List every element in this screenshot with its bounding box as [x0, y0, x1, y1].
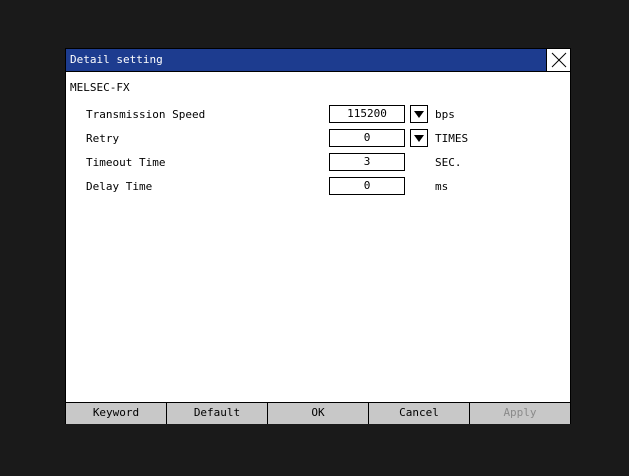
- delay-time-label: Delay Time: [86, 180, 153, 193]
- retry-unit: TIMES: [435, 132, 469, 145]
- transmission-speed-label: Transmission Speed: [86, 108, 206, 121]
- button-bar: Keyword Default OK Cancel Apply: [66, 402, 570, 424]
- keyword-button[interactable]: Keyword: [66, 403, 167, 424]
- transmission-speed-dropdown-icon[interactable]: [410, 105, 428, 123]
- timeout-time-label: Timeout Time: [86, 156, 166, 169]
- ok-button[interactable]: OK: [268, 403, 369, 424]
- setting-row-retry: Retry 0 TIMES: [66, 129, 570, 149]
- title-bar: Detail setting: [66, 49, 570, 72]
- delay-time-unit: ms: [435, 180, 449, 193]
- transmission-speed-select[interactable]: 115200: [329, 105, 405, 123]
- cancel-button[interactable]: Cancel: [369, 403, 470, 424]
- setting-row-delay-time: Delay Time 0 ms: [66, 177, 570, 197]
- default-button[interactable]: Default: [167, 403, 268, 424]
- apply-button[interactable]: Apply: [470, 403, 570, 424]
- transmission-speed-unit: bps: [435, 108, 455, 121]
- retry-select[interactable]: 0: [329, 129, 405, 147]
- setting-row-transmission-speed: Transmission Speed 115200 bps: [66, 105, 570, 125]
- close-button[interactable]: [546, 49, 570, 71]
- delay-time-input[interactable]: 0: [329, 177, 405, 195]
- detail-setting-dialog: Detail setting MELSEC-FX Transmission Sp…: [65, 48, 571, 424]
- setting-row-timeout-time: Timeout Time 3 SEC.: [66, 153, 570, 173]
- dialog-title: Detail setting: [70, 53, 163, 66]
- retry-label: Retry: [86, 132, 120, 145]
- close-icon: [551, 52, 567, 68]
- timeout-time-input[interactable]: 3: [329, 153, 405, 171]
- model-label: MELSEC-FX: [70, 81, 130, 94]
- retry-dropdown-icon[interactable]: [410, 129, 428, 147]
- timeout-time-unit: SEC.: [435, 156, 462, 169]
